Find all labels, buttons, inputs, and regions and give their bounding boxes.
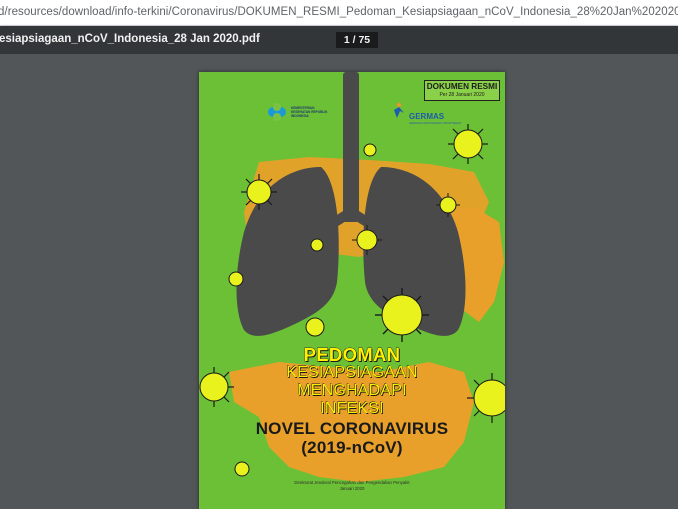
cover-title-line1: PEDOMAN (303, 344, 401, 366)
address-bar[interactable]: d/resources/download/info-terkini/Corona… (0, 0, 678, 26)
virus-9 (305, 317, 325, 337)
cover-footer-directorate: Direktorat Jenderal Pencegahan dan Penge… (294, 480, 410, 485)
virus-7 (228, 271, 244, 287)
virus-1 (241, 174, 277, 210)
badge-title: DOKUMEN RESMI (426, 82, 498, 91)
virus-2 (448, 124, 488, 164)
cover-title-line3: MENGHADAPI (297, 382, 407, 399)
cover-title-line5: NOVEL CORONAVIRUS (255, 419, 449, 438)
trachea (343, 72, 359, 222)
germas-subtitle: GERAKAN MASYARAKAT HIDUP SEHAT (409, 121, 462, 125)
virus-12 (234, 461, 250, 477)
pdf-page: DOKUMEN RESMI Per 28 Januari 2020 KEMENT… (199, 72, 505, 509)
official-document-badge: DOKUMEN RESMI Per 28 Januari 2020 (424, 80, 500, 101)
pdf-toolbar: esiapsiagaan_nCoV_Indonesia_28 Jan 2020.… (0, 26, 678, 54)
virus-6 (310, 238, 324, 252)
page-indicator[interactable]: 1 / 75 (336, 32, 378, 48)
cover-title-line6: (2019-nCoV) (301, 438, 403, 457)
document-title: esiapsiagaan_nCoV_Indonesia_28 Jan 2020.… (0, 33, 260, 45)
virus-4 (363, 143, 377, 157)
cover-footer-date: Januari 2020 (339, 486, 365, 491)
cover-title-line4: INFEKSI (320, 400, 384, 417)
cover-title-line2: KESIAPSIAGAAN (286, 364, 418, 381)
germas-logo-text: GERMAS (409, 112, 445, 121)
url-text[interactable]: d/resources/download/info-terkini/Corona… (0, 6, 678, 18)
badge-date: Per 28 Januari 2020 (439, 92, 485, 98)
ministry-logo-text: KEMENTERIAN KESEHATAN REPUBLIK INDONESIA (291, 106, 328, 118)
virus-8 (375, 288, 429, 342)
